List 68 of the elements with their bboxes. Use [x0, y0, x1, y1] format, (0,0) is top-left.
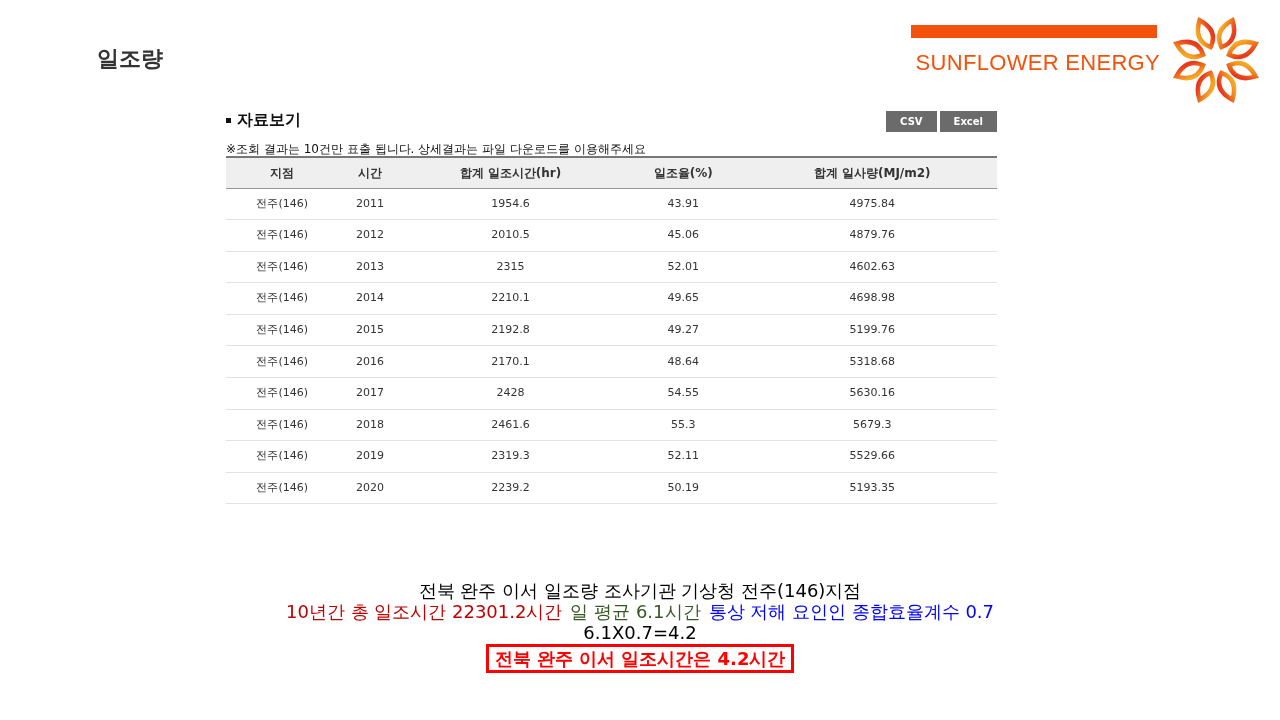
table-cell: 45.06 [619, 219, 748, 252]
summary-text: 10년간 총 일조시간 22301.2시간 [285, 601, 563, 623]
download-button[interactable]: Excel [939, 111, 997, 132]
table-cell: 전주(146) [226, 440, 339, 473]
column-header: 시간 [338, 157, 402, 188]
table-cell: 50.19 [619, 472, 748, 504]
table-cell: 52.11 [619, 440, 748, 473]
table-cell: 전주(146) [226, 409, 339, 441]
table-cell: 2192.8 [401, 314, 620, 346]
table-cell: 2020 [338, 472, 402, 504]
table-cell: 전주(146) [226, 472, 339, 504]
table-cell: 전주(146) [226, 282, 339, 315]
table-cell: 5193.35 [747, 472, 997, 504]
table-cell: 2315 [401, 251, 620, 283]
table-cell: 5679.3 [747, 409, 997, 441]
table-cell: 52.01 [619, 251, 748, 283]
table-cell: 2014 [338, 282, 402, 315]
table-cell: 2239.2 [401, 472, 620, 504]
table-cell: 5529.66 [747, 440, 997, 473]
column-header: 지점 [226, 157, 339, 188]
column-header: 합계 일사량(MJ/m2) [747, 157, 997, 188]
slide-title: 일조량 [97, 45, 163, 73]
table-cell: 2015 [338, 314, 402, 346]
table-cell: 2011 [338, 188, 402, 220]
table-cell: 전주(146) [226, 219, 339, 252]
table-cell: 2018 [338, 409, 402, 441]
table-cell: 2010.5 [401, 219, 620, 252]
table-cell: 43.91 [619, 188, 748, 220]
notice-text: ※조회 결과는 10건만 표출 됩니다. 상세결과는 파일 다운로드를 이용해주세요 [226, 142, 647, 156]
table-cell: 2012 [338, 219, 402, 252]
table-cell: 1954.6 [401, 188, 620, 220]
table-cell: 54.55 [619, 377, 748, 410]
table-cell: 2428 [401, 377, 620, 410]
table-cell: 5199.76 [747, 314, 997, 346]
table-cell: 49.65 [619, 282, 748, 315]
table-cell: 전주(146) [226, 251, 339, 283]
column-header: 합계 일조시간(hr) [401, 157, 620, 188]
summary-text: 일 평균 6.1시간 [570, 601, 701, 623]
download-button[interactable]: CSV [886, 111, 937, 132]
table-cell: 2461.6 [401, 409, 620, 441]
section-title: 자료보기 [237, 109, 301, 131]
table-cell: 2017 [338, 377, 402, 410]
table-cell: 2319.3 [401, 440, 620, 473]
summary-text: 통상 저해 요인인 종합효율계수 0.7 [708, 601, 995, 623]
table-cell: 전주(146) [226, 314, 339, 346]
table-cell: 2170.1 [401, 345, 620, 378]
table-cell: 2019 [338, 440, 402, 473]
table-cell: 49.27 [619, 314, 748, 346]
table-cell: 4975.84 [747, 188, 997, 220]
table-cell: 전주(146) [226, 377, 339, 410]
table-cell: 48.64 [619, 345, 748, 378]
table-cell: 2016 [338, 345, 402, 378]
table-cell: 2013 [338, 251, 402, 283]
summary-text: 전북 완주 이서 일조량 조사기관 기상청 전주(146)지점 [418, 580, 862, 602]
table-cell: 4879.76 [747, 219, 997, 252]
table-cell: 전주(146) [226, 188, 339, 220]
table-cell: 전주(146) [226, 345, 339, 378]
table-cell: 4698.98 [747, 282, 997, 315]
summary-text: 6.1X0.7=4.2 [583, 622, 697, 644]
table-cell: 4602.63 [747, 251, 997, 283]
brand-name: SUNFLOWER ENERGY [915, 49, 1160, 77]
table-cell: 55.3 [619, 409, 748, 441]
column-header: 일조율(%) [619, 157, 748, 188]
table-cell: 2210.1 [401, 282, 620, 315]
bullet-icon [226, 117, 231, 123]
table-cell: 5630.16 [747, 377, 997, 410]
table-cell: 5318.68 [747, 345, 997, 378]
conclusion-text: 전북 완주 이서 일조시간은 4.2시간 [485, 644, 795, 674]
